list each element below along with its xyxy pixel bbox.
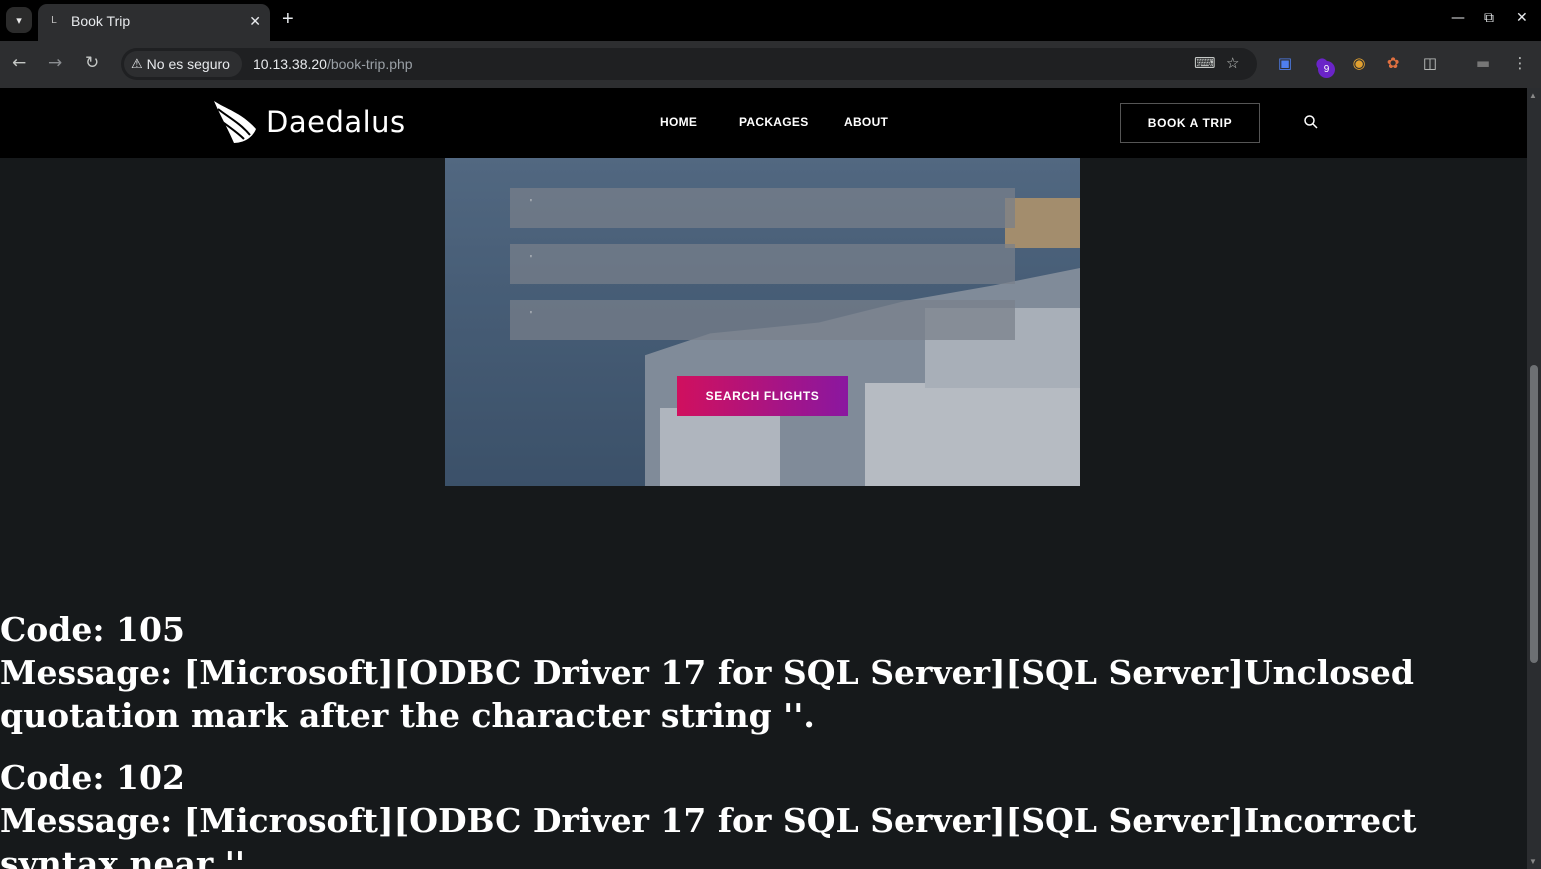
scroll-up-icon[interactable]: ▲	[1529, 91, 1537, 100]
tab-book-trip[interactable]: L Book Trip ✕	[38, 4, 270, 41]
page-viewport: Daedalus HOME PACKAGES ABOUT BOOK A TRIP…	[0, 88, 1527, 869]
search-flights-button[interactable]: SEARCH FLIGHTS	[677, 376, 848, 416]
nav-home[interactable]: HOME	[660, 115, 697, 129]
tab-favicon-icon: L	[51, 15, 57, 26]
search-icon[interactable]	[1303, 114, 1319, 130]
restore-icon[interactable]: ⧉	[1484, 10, 1494, 26]
url-text[interactable]: 10.13.38.20/book-trip.php	[253, 56, 413, 72]
tab-bar: ▾ L Book Trip ✕ + — ⧉ ✕	[0, 0, 1541, 41]
profile-icon[interactable]: ▬	[1473, 54, 1493, 74]
back-icon[interactable]: ←	[12, 53, 26, 73]
extensions-puzzle-icon[interactable]: ◫	[1420, 54, 1440, 74]
site-logo[interactable]: Daedalus	[212, 99, 406, 145]
close-window-icon[interactable]: ✕	[1516, 10, 1528, 26]
site-header: Daedalus HOME PACKAGES ABOUT BOOK A TRIP	[0, 88, 1527, 158]
search-field-date[interactable]: '	[510, 300, 1015, 340]
error-code: Code: 102	[0, 758, 185, 797]
cookie-extension-icon[interactable]: ◉	[1349, 54, 1369, 74]
menu-kebab-icon[interactable]: ⋮	[1510, 54, 1530, 74]
url-host: 10.13.38.20	[253, 56, 327, 72]
google-translate-extension-icon[interactable]: ▣	[1275, 54, 1295, 74]
nav-about[interactable]: ABOUT	[844, 115, 888, 129]
reload-icon[interactable]: ↻	[85, 53, 99, 73]
new-tab-icon[interactable]: +	[282, 9, 294, 29]
nav-packages[interactable]: PACKAGES	[739, 115, 809, 129]
translate-icon[interactable]: ⌨	[1194, 54, 1216, 72]
browser-toolbar: ← → ↻ ⚠ No es seguro 10.13.38.20/book-tr…	[0, 41, 1541, 88]
security-chip[interactable]: ⚠ No es seguro	[124, 51, 242, 77]
search-hero: ' ' ' SEARCH FLIGHTS	[445, 158, 1080, 486]
warning-icon: ⚠	[131, 56, 143, 72]
error-message: Message: [Microsoft][ODBC Driver 17 for …	[0, 801, 1417, 869]
forward-icon[interactable]: →	[48, 53, 62, 73]
logo-text: Daedalus	[266, 105, 406, 139]
scrollbar-thumb[interactable]	[1530, 365, 1538, 663]
tab-title: Book Trip	[71, 13, 131, 29]
error-message: Message: [Microsoft][ODBC Driver 17 for …	[0, 653, 1414, 735]
wings-logo-icon	[214, 101, 256, 143]
security-label: No es seguro	[146, 56, 230, 72]
bookmark-star-icon[interactable]: ☆	[1226, 54, 1239, 72]
error-block: Code: 105 Message: [Microsoft][ODBC Driv…	[0, 608, 1527, 737]
extension-badge: 9	[1318, 61, 1335, 78]
search-field-to[interactable]: '	[510, 244, 1015, 284]
sql-error-output: Code: 105 Message: [Microsoft][ODBC Driv…	[0, 608, 1527, 869]
search-field-from[interactable]: '	[510, 188, 1015, 228]
address-bar[interactable]: ⚠ No es seguro 10.13.38.20/book-trip.php…	[121, 48, 1257, 80]
scroll-down-icon[interactable]: ▼	[1529, 857, 1537, 866]
url-path: /book-trip.php	[326, 56, 413, 72]
tab-search-dropdown-icon[interactable]: ▾	[6, 7, 32, 33]
error-block: Code: 102 Message: [Microsoft][ODBC Driv…	[0, 756, 1527, 869]
tab-close-icon[interactable]: ✕	[249, 13, 261, 30]
error-code: Code: 105	[0, 610, 185, 649]
cookie-editor-icon[interactable]: ✿	[1383, 54, 1403, 74]
book-a-trip-button[interactable]: BOOK A TRIP	[1120, 103, 1260, 143]
minimize-icon[interactable]: —	[1451, 10, 1465, 26]
